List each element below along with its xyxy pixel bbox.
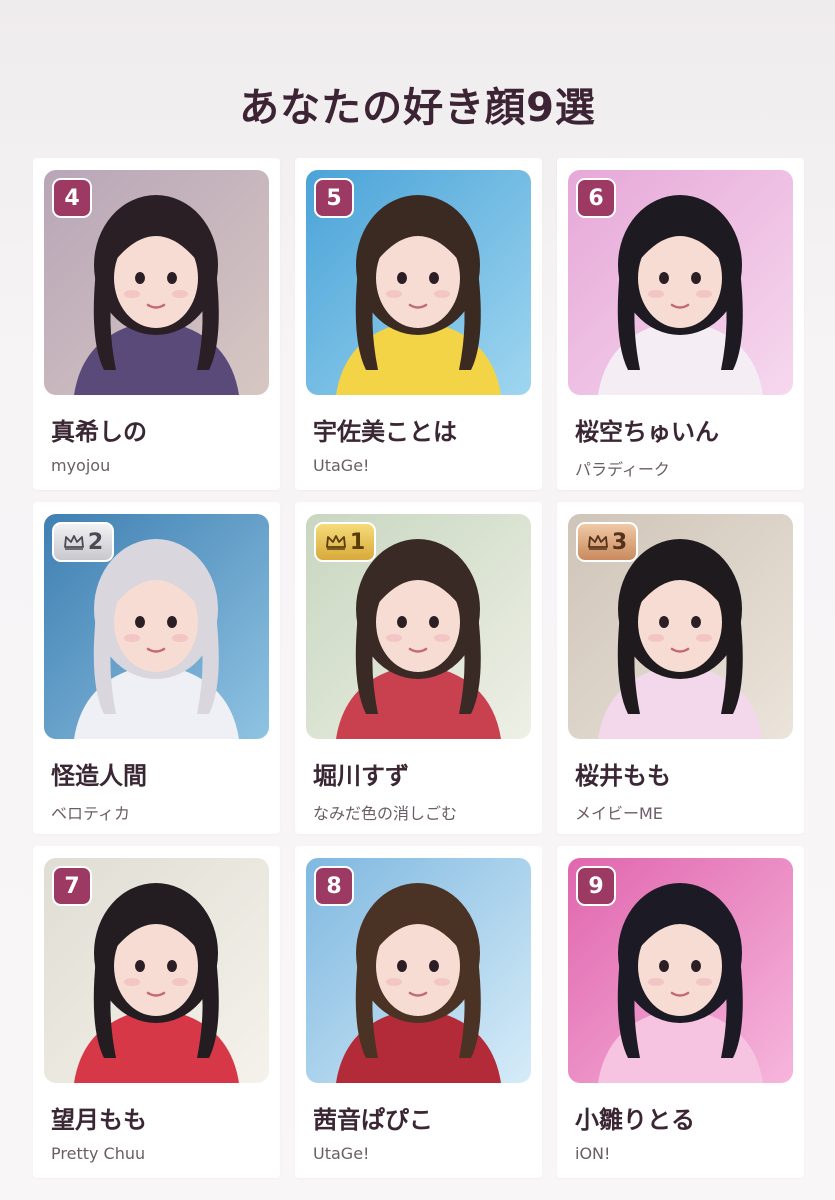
idol-photo[interactable]: 3 — [568, 514, 793, 739]
idol-photo[interactable]: 1 — [306, 514, 531, 739]
rank-crown-badge: 1 — [314, 522, 376, 562]
group-name: UtaGe! — [313, 456, 370, 475]
group-name: なみだ色の消しごむ — [313, 804, 458, 823]
rank-badge: 4 — [52, 178, 92, 218]
idol-photo[interactable]: 2 — [44, 514, 269, 739]
rank-badge: 5 — [314, 178, 354, 218]
member-name: 桜井もも — [575, 762, 671, 790]
rank-crown-badge: 2 — [52, 522, 114, 562]
rank-number: 9 — [588, 873, 604, 899]
rank-number: 1 — [349, 529, 366, 555]
idol-card[interactable]: 8 茜音ぱぴこ UtaGe! — [295, 846, 542, 1178]
group-name: iON! — [575, 1144, 611, 1163]
idol-card[interactable]: 7 望月もも Pretty Chuu — [33, 846, 280, 1178]
idol-card[interactable]: 5 宇佐美ことは UtaGe! — [295, 158, 542, 490]
rank-badge: 7 — [52, 866, 92, 906]
idol-card[interactable]: 4 真希しの myojou — [33, 158, 280, 490]
member-name: 怪造人間 — [51, 762, 147, 790]
idol-photo[interactable]: 7 — [44, 858, 269, 1083]
rank-badge: 6 — [576, 178, 616, 218]
crown-icon — [587, 534, 609, 550]
idol-card[interactable]: 2 怪造人間ベロティカ — [33, 502, 280, 834]
group-name: UtaGe! — [313, 1144, 370, 1163]
member-name: 小雛りとる — [575, 1106, 695, 1134]
page-title: あなたの好き顔9選 — [239, 84, 596, 131]
rank-badge: 8 — [314, 866, 354, 906]
idol-photo[interactable]: 5 — [306, 170, 531, 395]
idol-card[interactable]: 3 桜井ももメイビーME — [557, 502, 804, 834]
idol-photo[interactable]: 6 — [568, 170, 793, 395]
member-name: 宇佐美ことは — [313, 418, 457, 446]
ranking-grid: 4 真希しの myojou 5 宇佐美ことは UtaGe! 6 桜空ちゅいんパラディーク 2 怪造… — [33, 158, 804, 1178]
rank-number: 5 — [326, 185, 342, 211]
member-name: 堀川すず — [313, 762, 409, 790]
crown-icon — [325, 534, 347, 550]
member-name: 真希しの — [51, 418, 147, 446]
idol-card[interactable]: 6 桜空ちゅいんパラディーク — [557, 158, 804, 490]
rank-number: 6 — [588, 185, 604, 211]
rank-number: 2 — [87, 529, 104, 555]
idol-card[interactable]: 1 堀川すずなみだ色の消しごむ — [295, 502, 542, 834]
rank-number: 7 — [64, 873, 80, 899]
group-name: パラディーク — [575, 460, 670, 479]
rank-badge: 9 — [576, 866, 616, 906]
rank-crown-badge: 3 — [576, 522, 638, 562]
idol-card[interactable]: 9 小雛りとる iON! — [557, 846, 804, 1178]
group-name: Pretty Chuu — [51, 1144, 146, 1163]
rank-number: 8 — [326, 873, 342, 899]
crown-icon — [63, 534, 85, 550]
group-name: myojou — [51, 456, 111, 475]
group-name: ベロティカ — [51, 804, 131, 823]
idol-photo[interactable]: 9 — [568, 858, 793, 1083]
member-name: 茜音ぱぴこ — [313, 1106, 433, 1134]
member-name: 桜空ちゅいん — [575, 418, 719, 446]
rank-number: 3 — [611, 529, 628, 555]
idol-photo[interactable]: 8 — [306, 858, 531, 1083]
rank-number: 4 — [64, 185, 80, 211]
group-name: メイビーME — [575, 804, 663, 823]
idol-photo[interactable]: 4 — [44, 170, 269, 395]
member-name: 望月もも — [51, 1106, 147, 1134]
